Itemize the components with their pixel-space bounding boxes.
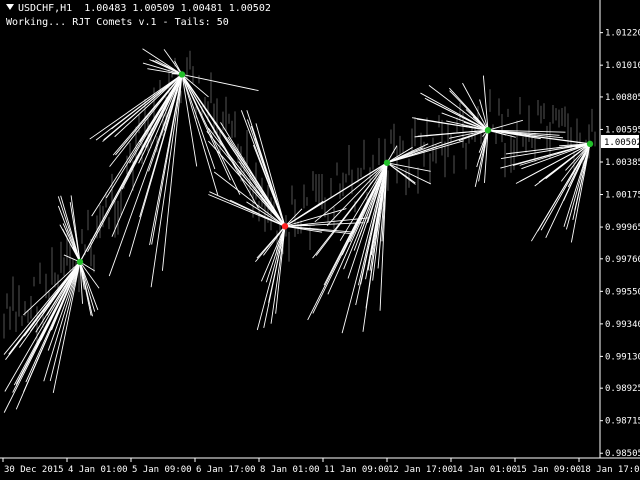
x-tick-label: 12 Jan 17:00 bbox=[388, 465, 453, 475]
x-tick-label: 11 Jan 09:00 bbox=[324, 465, 389, 475]
comet-tail bbox=[386, 162, 416, 185]
y-axis-ticks: 1.01220 1.01010 1.00805 1.00595 1.00385 1.001… bbox=[600, 29, 640, 459]
comet-tail bbox=[142, 48, 183, 75]
x-tick-label: 15 Jan 09:00 bbox=[516, 465, 581, 475]
x-tick-label: 14 Jan 01:00 bbox=[452, 465, 517, 475]
x-tick-label: 8 Jan 01:00 bbox=[260, 465, 320, 475]
symbol-header: USDCHF,H1 1.00483 1.00509 1.00481 1.0050… bbox=[6, 3, 271, 15]
comet-tail bbox=[109, 74, 183, 167]
y-tick-label: 0.99130 bbox=[605, 352, 640, 362]
y-tick-label: 0.98925 bbox=[605, 384, 640, 394]
comet-tail bbox=[57, 196, 81, 263]
comet-tail bbox=[386, 143, 429, 164]
comet-tail bbox=[347, 162, 388, 279]
y-tick-label: 1.01010 bbox=[605, 61, 640, 71]
symbol-label: USDCHF,H1 bbox=[18, 3, 73, 14]
ohlc-values: 1.00483 1.00509 1.00481 1.00502 bbox=[84, 3, 271, 14]
comet-node bbox=[484, 127, 492, 134]
current-price-label: 1.00502 bbox=[604, 138, 640, 148]
x-tick-label: 6 Jan 17:00 bbox=[196, 465, 256, 475]
x-axis-ticks: 30 Dec 2015 4 Jan 01:00 5 Jan 09:00 6 Jan 1… bbox=[2, 458, 640, 475]
comet-tail bbox=[181, 74, 219, 196]
x-tick-label: 30 Dec 2015 bbox=[4, 465, 64, 475]
x-tick-label: 5 Jan 09:00 bbox=[132, 465, 192, 475]
x-tick-label: 4 Jan 01:00 bbox=[68, 465, 128, 475]
comet-node bbox=[76, 258, 84, 266]
y-tick-label: 1.00805 bbox=[605, 93, 640, 103]
x-tick-label: 18 Jan 17:00 bbox=[580, 465, 640, 475]
comet-tail bbox=[181, 74, 198, 167]
y-tick-label: 1.00595 bbox=[605, 125, 640, 135]
comet-tail bbox=[111, 74, 183, 130]
comet-tail bbox=[263, 226, 286, 328]
y-tick-label: 0.98505 bbox=[605, 449, 640, 459]
y-tick-label: 0.99965 bbox=[605, 223, 640, 233]
y-tick-label: 1.00385 bbox=[605, 158, 640, 168]
y-tick-label: 0.98715 bbox=[605, 417, 640, 427]
comet-node bbox=[281, 223, 289, 230]
y-tick-label: 0.99760 bbox=[605, 255, 640, 265]
comet-node bbox=[383, 159, 391, 166]
indicator-status: Working... RJT Comets v.1 - Tails: 50 bbox=[6, 17, 229, 28]
comet-tails-layer bbox=[3, 48, 591, 413]
price-chart: 1.01220 1.01010 1.00805 1.00595 1.00385 1.001… bbox=[0, 0, 640, 475]
y-tick-label: 1.00175 bbox=[605, 191, 640, 201]
current-price-box: 1.00502 bbox=[601, 135, 640, 148]
comet-node bbox=[586, 140, 594, 148]
comet-tail bbox=[15, 261, 81, 410]
y-tick-label: 0.99340 bbox=[605, 320, 640, 330]
y-tick-label: 0.99550 bbox=[605, 287, 640, 297]
dropdown-triangle-icon[interactable] bbox=[6, 4, 14, 10]
comet-node bbox=[178, 71, 186, 78]
candles-layer bbox=[3, 50, 596, 344]
y-tick-label: 1.01220 bbox=[605, 29, 640, 39]
